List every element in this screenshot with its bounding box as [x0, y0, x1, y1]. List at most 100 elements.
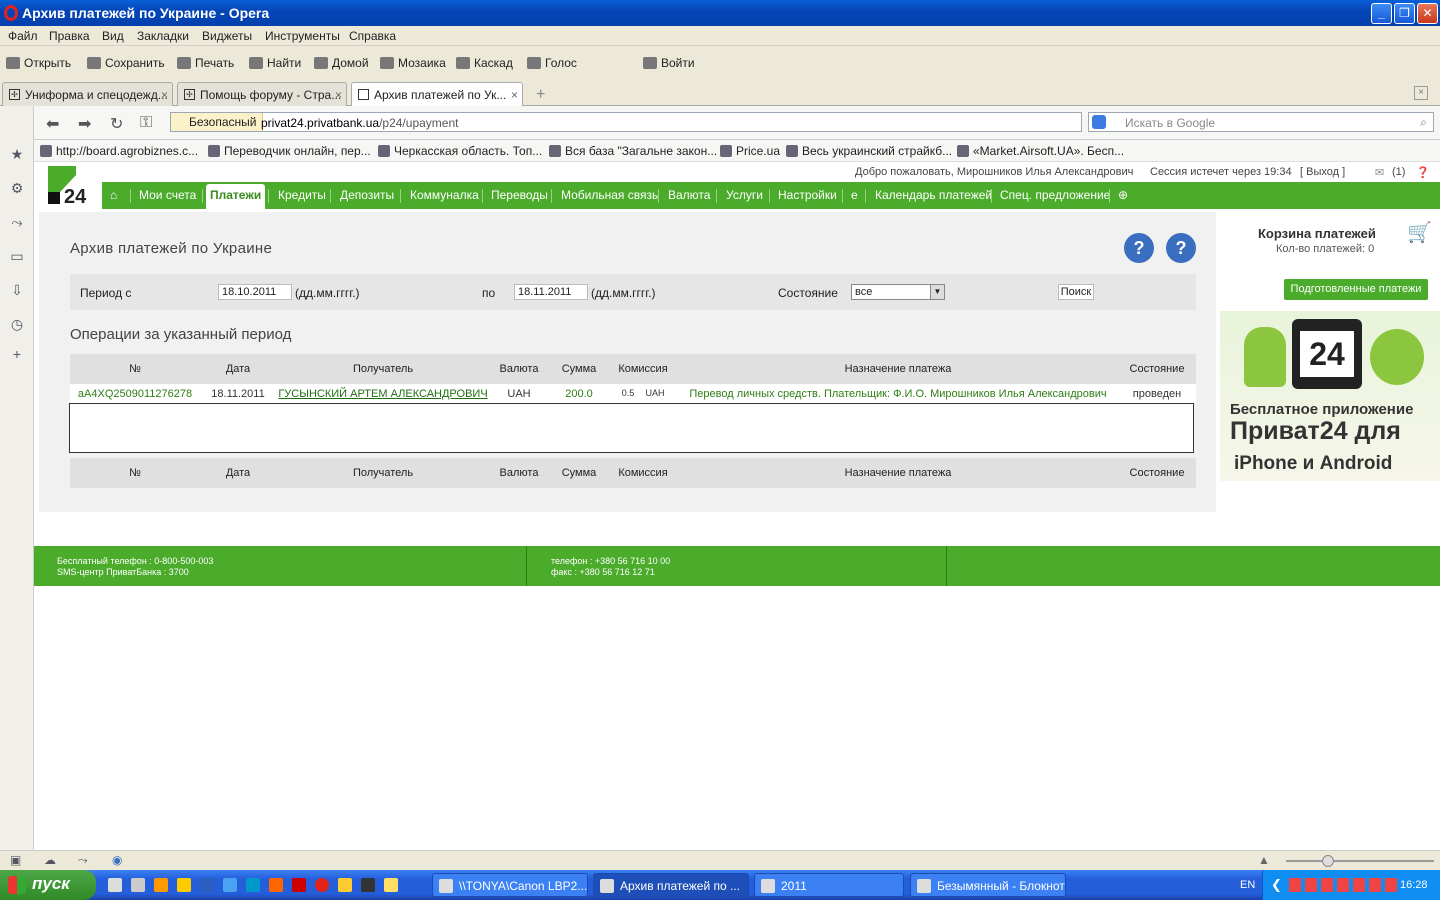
security-badge[interactable]: Безопасный: [171, 113, 264, 131]
recipient-link[interactable]: ГУСЫНСКИЙ АРТЕМ АЛЕКСАНДРОВИЧ: [278, 388, 487, 400]
bookmark-strikeball[interactable]: Весь украинский страйкб...: [786, 144, 952, 158]
privat24-app-ad[interactable]: 24 Бесплатное приложение Приват24 для iP…: [1220, 311, 1440, 481]
reload-icon[interactable]: ↻: [110, 114, 123, 134]
quicklaunch-icon[interactable]: [361, 878, 375, 892]
prepared-payments-button[interactable]: Подготовленные платежи: [1284, 279, 1428, 300]
ie-icon[interactable]: [223, 878, 237, 892]
bookmark-price[interactable]: Price.ua: [720, 144, 780, 158]
home-button[interactable]: Домой: [314, 56, 369, 70]
turbo-icon[interactable]: ⤳: [78, 853, 88, 868]
history-icon[interactable]: ◷: [9, 316, 25, 332]
quicklaunch-icon[interactable]: [108, 878, 122, 892]
opera-icon[interactable]: [315, 878, 329, 892]
date-to-input[interactable]: 18.11.2011: [514, 284, 588, 300]
bookmark-law-base[interactable]: Вся база "Загальне закон...: [549, 144, 717, 158]
bookmark-market-airsoft[interactable]: «Market.Airsoft.UA». Бесп...: [957, 144, 1124, 158]
search-icon[interactable]: ⌕: [1420, 115, 1427, 130]
nav-mobile[interactable]: Мобильная связь: [561, 188, 658, 202]
nav-calendar[interactable]: Календарь платежей: [875, 188, 992, 202]
zoom-view-icon[interactable]: ▲: [1258, 853, 1270, 867]
privat24-logo[interactable]: 24: [48, 166, 90, 208]
download-icon[interactable]: ⇩: [9, 282, 25, 298]
quicklaunch-icon[interactable]: [338, 878, 352, 892]
cart-icon[interactable]: 🛒: [1407, 220, 1432, 245]
speed-dial-icon[interactable]: ◉: [112, 853, 122, 867]
tray-icons[interactable]: [1289, 878, 1399, 892]
nav-my-accounts[interactable]: Мои счета: [139, 188, 196, 202]
nav-extra-icon[interactable]: ⊕: [1118, 188, 1128, 202]
bookmark-cherkasy[interactable]: Черкасская область. Топ...: [378, 144, 542, 158]
quicklaunch-icon[interactable]: [177, 878, 191, 892]
save-button[interactable]: Сохранить: [87, 56, 165, 70]
word-icon[interactable]: [200, 878, 214, 892]
state-select[interactable]: все ▼: [851, 284, 945, 300]
menu-edit[interactable]: Правка: [49, 29, 90, 43]
taskbar-item-folder[interactable]: 2011: [754, 873, 904, 897]
cascade-button[interactable]: Каскад: [456, 56, 513, 70]
back-icon[interactable]: ⬅: [46, 114, 59, 134]
taskbar-item-notepad[interactable]: Безымянный - Блокнот: [910, 873, 1066, 897]
menu-view[interactable]: Вид: [102, 29, 124, 43]
mail-count[interactable]: (1): [1392, 166, 1405, 178]
mosaic-button[interactable]: Мозаика: [380, 56, 446, 70]
start-button[interactable]: пуск: [0, 870, 96, 900]
chevron-down-icon[interactable]: ▼: [930, 285, 944, 299]
zoom-slider-handle[interactable]: [1322, 855, 1334, 867]
menu-file[interactable]: Файл: [8, 29, 38, 43]
quicklaunch-icon[interactable]: [154, 878, 168, 892]
nav-special-offer[interactable]: Спец. предложение: [1000, 188, 1110, 202]
share-icon[interactable]: ⤳: [9, 214, 25, 230]
menu-widgets[interactable]: Виджеты: [202, 29, 252, 43]
search-input[interactable]: Искать в Google ⌕: [1088, 112, 1434, 132]
quicklaunch-icon[interactable]: [292, 878, 306, 892]
quicklaunch-icon[interactable]: [131, 878, 145, 892]
logout-link[interactable]: [ Выход ]: [1300, 166, 1345, 178]
quicklaunch-icon[interactable]: [246, 878, 260, 892]
nav-services[interactable]: Услуги: [726, 188, 763, 202]
table-row[interactable]: aA4XQ2509011276278 18.11.2011 ГУСЫНСКИЙ …: [70, 384, 1196, 404]
close-tab-icon[interactable]: ×: [335, 88, 342, 102]
home-icon[interactable]: ⌂: [110, 188, 117, 202]
nav-e[interactable]: е: [851, 188, 858, 202]
restore-button[interactable]: ❐: [1394, 3, 1415, 24]
wand-key-icon[interactable]: ⚿: [140, 114, 152, 132]
nav-utilities[interactable]: Коммуналка: [410, 188, 479, 202]
close-window-button[interactable]: ✕: [1417, 3, 1438, 24]
menu-help[interactable]: Справка: [349, 29, 396, 43]
bookmark-translator[interactable]: Переводчик онлайн, пер...: [208, 144, 371, 158]
unite-icon[interactable]: ☁: [44, 853, 56, 867]
panel-toggle-icon[interactable]: ▣: [10, 853, 21, 867]
tab-payments-archive[interactable]: Архив платежей по Ук... ×: [351, 82, 523, 107]
menu-bookmarks[interactable]: Закладки: [137, 29, 189, 43]
nav-payments[interactable]: Платежи: [206, 184, 266, 209]
forward-icon[interactable]: ➡: [78, 114, 91, 134]
add-panel-icon[interactable]: +: [9, 346, 25, 362]
help-icon[interactable]: ❓: [1416, 166, 1430, 179]
close-tab-icon[interactable]: ×: [511, 88, 518, 102]
print-button[interactable]: Печать: [177, 56, 234, 70]
nav-transfers[interactable]: Переводы: [491, 188, 548, 202]
search-button[interactable]: Поиск: [1058, 284, 1094, 300]
language-indicator[interactable]: EN: [1240, 879, 1255, 891]
taskbar-item-printer[interactable]: \\TONYA\Canon LBP2...: [432, 873, 588, 897]
star-icon[interactable]: ★: [9, 146, 25, 162]
google-icon[interactable]: [1092, 115, 1106, 129]
nav-settings[interactable]: Настройки: [778, 188, 837, 202]
help-icon[interactable]: ?: [1166, 233, 1196, 263]
voice-button[interactable]: Голос: [527, 56, 577, 70]
date-from-input[interactable]: 18.10.2011: [218, 284, 292, 300]
login-button[interactable]: Войти: [643, 56, 695, 70]
notes-icon[interactable]: ▭: [9, 248, 25, 264]
quicklaunch-icon[interactable]: [384, 878, 398, 892]
gear-icon[interactable]: ⚙: [9, 180, 25, 196]
menu-tools[interactable]: Инструменты: [265, 29, 340, 43]
minimize-button[interactable]: _: [1371, 3, 1392, 24]
nav-deposits[interactable]: Депозиты: [340, 188, 394, 202]
mail-icon[interactable]: ✉: [1375, 166, 1384, 179]
close-tab-icon[interactable]: ×: [161, 88, 168, 102]
open-button[interactable]: Открыть: [6, 56, 71, 70]
find-button[interactable]: Найти: [249, 56, 301, 70]
nav-credits[interactable]: Кредиты: [278, 188, 326, 202]
tab-forum-help[interactable]: ✢ Помощь форуму - Стра... ×: [177, 82, 347, 106]
bookmark-agrobiznes[interactable]: http://board.agrobiznes.c...: [40, 144, 198, 158]
